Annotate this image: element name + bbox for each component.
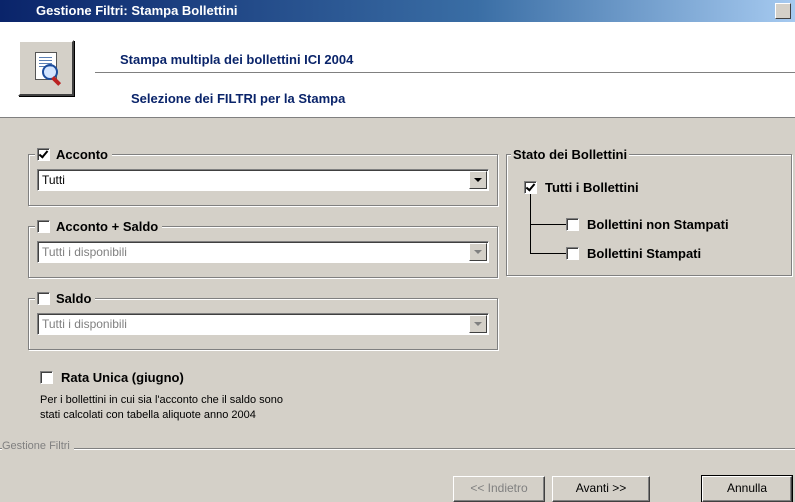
rata-unica-note: Per i bollettini in cui sia l'acconto ch… — [40, 393, 283, 423]
acconto-saldo-select-value: Tutti i disponibili — [42, 245, 127, 259]
window-title: Gestione Filtri: Stampa Bollettini — [36, 3, 238, 18]
stampati-checkbox[interactable] — [566, 247, 579, 260]
chevron-down-icon[interactable] — [469, 171, 487, 189]
stampati-label: Bollettini Stampati — [587, 246, 702, 261]
non-stampati-label: Bollettini non Stampati — [587, 217, 729, 232]
tutti-bollettini-checkbox[interactable] — [524, 181, 537, 194]
note-line: Per i bollettini in cui sia l'acconto ch… — [40, 394, 284, 406]
print-preview-icon — [18, 40, 74, 96]
footer-group-label: Gestione Filtri — [2, 440, 74, 452]
tutti-bollettini-label: Tutti i Bollettini — [545, 180, 639, 195]
acconto-group: Acconto Tutti — [28, 146, 498, 206]
tutti-bollettini-option[interactable]: Tutti i Bollettini — [524, 180, 639, 195]
acconto-saldo-label: Acconto + Saldo — [56, 218, 159, 234]
saldo-legend[interactable]: Saldo — [35, 290, 96, 306]
next-button[interactable]: Avanti >> — [552, 476, 650, 502]
stato-legend: Stato dei Bollettini — [511, 146, 630, 162]
acconto-saldo-checkbox[interactable] — [37, 219, 50, 233]
chevron-down-icon[interactable] — [469, 243, 487, 261]
saldo-checkbox[interactable] — [37, 291, 50, 305]
stampati-option[interactable]: Bollettini Stampati — [566, 246, 701, 261]
acconto-legend[interactable]: Acconto — [35, 146, 112, 162]
acconto-select-value: Tutti — [42, 173, 65, 187]
rata-unica-option[interactable]: Rata Unica (giugno) — [40, 370, 184, 385]
tree-connector — [530, 224, 566, 225]
cancel-button[interactable]: Annulla — [701, 475, 793, 502]
acconto-saldo-group: Acconto + Saldo Tutti i disponibili — [28, 218, 498, 278]
rata-unica-checkbox[interactable] — [40, 371, 53, 384]
chevron-down-icon[interactable] — [469, 315, 487, 333]
note-line: stati calcolati con tabella aliquote ann… — [40, 409, 256, 421]
saldo-group: Saldo Tutti i disponibili — [28, 290, 498, 350]
non-stampati-option[interactable]: Bollettini non Stampati — [566, 217, 729, 232]
back-button[interactable]: << Indietro — [453, 476, 545, 502]
saldo-select-value: Tutti i disponibili — [42, 317, 127, 331]
acconto-saldo-select[interactable]: Tutti i disponibili — [37, 241, 489, 263]
header-title: Stampa multipla dei bollettini ICI 2004 — [120, 52, 354, 67]
tree-connector — [530, 253, 566, 254]
acconto-label: Acconto — [56, 146, 108, 162]
rata-unica-label: Rata Unica (giugno) — [61, 370, 184, 385]
acconto-checkbox[interactable] — [37, 147, 50, 161]
acconto-saldo-legend[interactable]: Acconto + Saldo — [35, 218, 163, 234]
stato-title: Stato dei Bollettini — [513, 146, 628, 162]
wizard-header: Stampa multipla dei bollettini ICI 2004 … — [0, 22, 795, 118]
header-divider — [95, 72, 795, 74]
acconto-select[interactable]: Tutti — [37, 169, 489, 191]
saldo-select[interactable]: Tutti i disponibili — [37, 313, 489, 335]
title-bar: Gestione Filtri: Stampa Bollettini — [0, 0, 795, 22]
close-icon[interactable] — [775, 3, 791, 19]
footer-divider — [0, 448, 795, 450]
saldo-label: Saldo — [56, 290, 92, 306]
non-stampati-checkbox[interactable] — [566, 218, 579, 231]
header-subtitle: Selezione dei FILTRI per la Stampa — [131, 91, 346, 106]
